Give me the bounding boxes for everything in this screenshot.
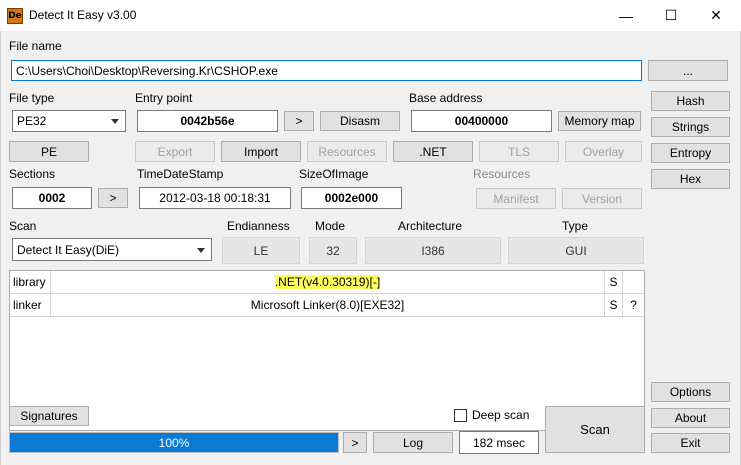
- file-type-select[interactable]: PE32: [12, 110, 126, 132]
- maximize-button[interactable]: ☐: [648, 0, 694, 31]
- strings-button[interactable]: Strings: [651, 117, 730, 137]
- scan-button[interactable]: Scan: [545, 406, 645, 453]
- resources-button[interactable]: Resources: [307, 141, 387, 162]
- scan-progress-bar: 100%: [9, 432, 339, 453]
- manifest-button[interactable]: Manifest: [476, 188, 556, 209]
- window-title: Detect It Easy v3.00: [29, 8, 137, 22]
- timestamp-field[interactable]: 2012-03-18 00:18:31: [139, 187, 291, 209]
- entropy-button[interactable]: Entropy: [651, 143, 730, 163]
- type-label: Type: [562, 219, 589, 233]
- scan-label: Scan: [9, 219, 37, 233]
- exit-button[interactable]: Exit: [651, 433, 730, 453]
- main-window: File name C:\Users\Choi\Desktop\Reversin…: [0, 31, 741, 465]
- minimize-button[interactable]: —: [603, 0, 649, 31]
- result-kind: linker: [10, 294, 51, 316]
- browse-button[interactable]: ...: [648, 60, 728, 81]
- result-kind: library: [10, 271, 51, 293]
- import-button[interactable]: Import: [221, 141, 301, 162]
- file-type-value: PE32: [17, 114, 47, 128]
- result-row-linker[interactable]: linker Microsoft Linker(8.0)[EXE32] S ?: [10, 294, 644, 317]
- sections-nav-button[interactable]: >: [98, 188, 128, 208]
- result-extra-button[interactable]: ?: [623, 294, 644, 316]
- memory-map-button[interactable]: Memory map: [558, 111, 641, 131]
- entry-point-label: Entry point: [135, 91, 193, 105]
- result-name-cell: .NET(v4.0.30319)[-]: [51, 271, 605, 293]
- hex-button[interactable]: Hex: [651, 169, 730, 189]
- architecture-value: I386: [365, 237, 501, 264]
- chevron-down-icon: [197, 247, 205, 253]
- resources-label: Resources: [473, 167, 531, 181]
- file-name-label: File name: [9, 39, 62, 53]
- mode-value: 32: [309, 237, 357, 264]
- chevron-down-icon: [111, 119, 119, 124]
- sections-label: Sections: [9, 167, 56, 181]
- entry-point-nav-button[interactable]: >: [284, 111, 314, 131]
- architecture-label: Architecture: [398, 219, 463, 233]
- result-row-library[interactable]: library .NET(v4.0.30319)[-] S: [10, 271, 644, 294]
- deep-scan-checkbox[interactable]: [454, 409, 467, 422]
- type-value: GUI: [508, 237, 644, 264]
- version-button[interactable]: Version: [562, 188, 642, 209]
- hash-button[interactable]: Hash: [651, 91, 730, 111]
- signatures-button[interactable]: Signatures: [9, 406, 89, 426]
- base-address-label: Base address: [409, 91, 483, 105]
- progress-text: 100%: [158, 435, 190, 450]
- result-flag[interactable]: S: [605, 294, 623, 316]
- about-button[interactable]: About: [651, 408, 730, 428]
- title-bar: De Detect It Easy v3.00 — ☐ ✕: [0, 0, 741, 31]
- options-button[interactable]: Options: [651, 382, 730, 402]
- entry-point-field[interactable]: 0042b56e: [137, 110, 278, 132]
- log-button[interactable]: Log: [373, 432, 453, 453]
- size-of-image-label: SizeOfImage: [299, 167, 369, 181]
- result-name: Microsoft Linker(8.0)[EXE32]: [51, 294, 605, 316]
- result-extra[interactable]: [623, 271, 644, 293]
- elapsed-time-field: 182 msec: [459, 431, 539, 454]
- scan-engine-value: Detect It Easy(DiE): [17, 242, 120, 257]
- base-address-field[interactable]: 00400000: [411, 110, 552, 132]
- pe-button[interactable]: PE: [9, 141, 89, 162]
- file-path-input[interactable]: C:\Users\Choi\Desktop\Reversing.Kr\CSHOP…: [11, 60, 642, 81]
- result-name: .NET(v4.0.30319)[-]: [274, 275, 381, 289]
- app-icon: De: [7, 8, 23, 24]
- result-flag[interactable]: S: [605, 271, 623, 293]
- export-button[interactable]: Export: [135, 141, 215, 162]
- timestamp-label: TimeDateStamp: [137, 167, 224, 181]
- endianness-value: LE: [222, 237, 300, 264]
- disasm-button[interactable]: Disasm: [320, 111, 400, 131]
- dotnet-button[interactable]: .NET: [393, 141, 473, 162]
- sections-field[interactable]: 0002: [12, 187, 92, 209]
- tls-button[interactable]: TLS: [479, 141, 559, 162]
- progress-nav-button[interactable]: >: [343, 432, 367, 453]
- scan-engine-select[interactable]: Detect It Easy(DiE): [12, 238, 212, 261]
- close-button[interactable]: ✕: [693, 0, 739, 31]
- mode-label: Mode: [315, 219, 346, 233]
- endianness-label: Endianness: [227, 219, 290, 233]
- size-of-image-field[interactable]: 0002e000: [301, 187, 402, 209]
- deep-scan-label[interactable]: Deep scan: [472, 408, 529, 422]
- overlay-button[interactable]: Overlay: [565, 141, 642, 162]
- file-type-label: File type: [9, 91, 55, 105]
